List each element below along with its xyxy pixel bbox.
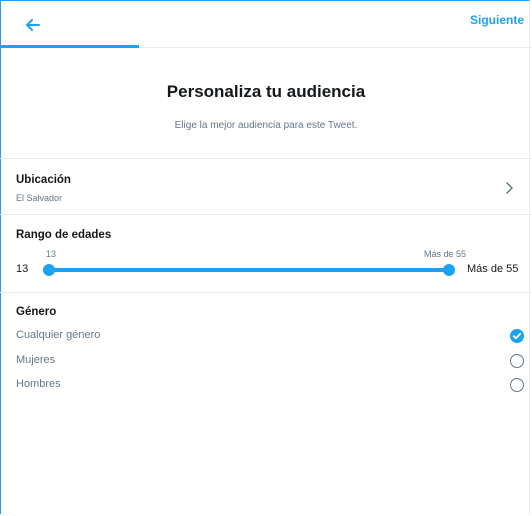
age-max-handle[interactable] (443, 264, 455, 276)
gender-men-radio[interactable] (510, 378, 524, 392)
gender-women-radio[interactable] (510, 354, 524, 368)
top-bar: Siguiente (0, 0, 532, 48)
back-button[interactable] (22, 14, 44, 36)
next-button[interactable]: Siguiente (470, 13, 524, 27)
gender-any-radio[interactable] (510, 329, 524, 343)
age-max-label: Más de 55 (467, 263, 519, 275)
age-min-handle[interactable] (43, 264, 55, 276)
page-title: Personaliza tu audiencia (166, 82, 366, 101)
age-max-top-label: Más de 55 (424, 249, 467, 259)
location-label: Ubicación (16, 174, 71, 186)
gender-option-men[interactable]: Hombres (16, 378, 61, 390)
location-value: El Salvador (16, 193, 63, 203)
age-range-label: Rango de edades (16, 229, 112, 241)
checkmark-icon (512, 332, 522, 340)
active-tab-indicator (0, 45, 139, 48)
arrow-left-icon (26, 19, 40, 31)
location-row[interactable]: Ubicación El Salvador (0, 158, 532, 212)
divider (0, 292, 532, 293)
gender-option-any[interactable]: Cualquier género (16, 329, 100, 341)
page-subtitle: Elige la mejor audiencia para este Tweet… (174, 120, 358, 131)
gender-option-women[interactable]: Mujeres (16, 354, 55, 366)
divider (0, 214, 532, 215)
chevron-right-icon (506, 182, 513, 194)
age-min-top-label: 13 (46, 249, 57, 259)
gender-label: Género (16, 306, 57, 318)
age-min-label: 13 (16, 263, 29, 275)
age-range-slider[interactable] (49, 268, 449, 272)
